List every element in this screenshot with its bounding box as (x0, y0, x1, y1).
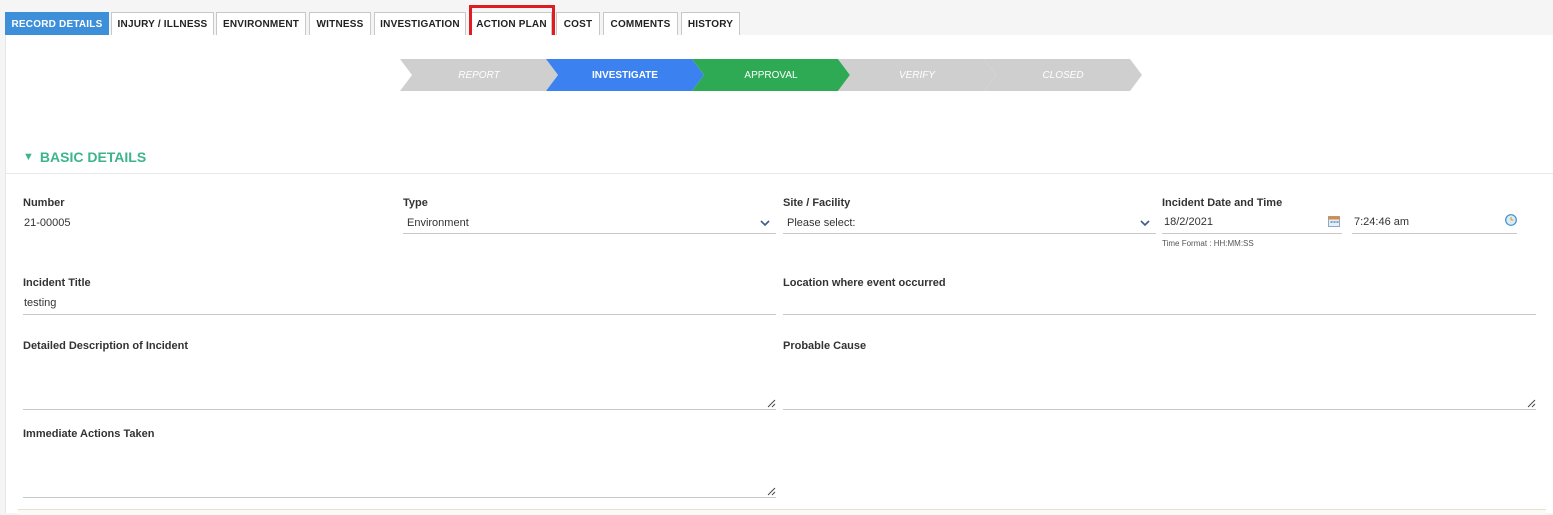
type-underline (403, 233, 776, 234)
workflow-step-closed: CLOSED (984, 59, 1142, 91)
resize-handle-icon[interactable] (1527, 399, 1536, 408)
tab-investigation[interactable]: INVESTIGATION (374, 12, 466, 35)
section-title: BASIC DETAILS (39, 149, 147, 165)
tab-environment[interactable]: ENVIRONMENT (216, 12, 306, 35)
location-underline (783, 314, 1536, 315)
time-format-hint: Time Format : HH:MM:SS (1162, 239, 1254, 248)
probable-cause-textarea[interactable] (783, 357, 1536, 410)
immediate-actions-textarea[interactable] (23, 445, 776, 498)
incident-time-input[interactable]: 7:24:46 am (1352, 211, 1517, 234)
type-label: Type (403, 197, 428, 209)
chevron-down-icon (760, 220, 770, 227)
incident-date-value: 18/2/2021 (1164, 216, 1213, 228)
type-select[interactable]: Environment (403, 211, 776, 234)
probable-cause-label: Probable Cause (783, 340, 867, 352)
workflow-step-approval: APPROVAL (692, 59, 850, 91)
basic-details-header[interactable]: ▼ BASIC DETAILS (23, 149, 146, 165)
site-label: Site / Facility (783, 197, 851, 209)
workflow-step-label: CLOSED (1042, 69, 1084, 81)
number-value: 21-00005 (24, 217, 71, 229)
tab-injury-illness[interactable]: INJURY / ILLNESS (111, 12, 214, 35)
calendar-icon[interactable] (1328, 215, 1340, 227)
incident-title-value: testing (24, 297, 57, 309)
tab-action-plan[interactable]: ACTION PLAN (471, 12, 552, 35)
resize-handle-icon[interactable] (767, 399, 776, 408)
location-label: Location where event occurred (783, 277, 946, 289)
workflow-step-label: VERIFY (898, 69, 936, 81)
type-select-value: Environment (407, 217, 469, 229)
incident-date-input[interactable]: 18/2/2021 (1162, 211, 1342, 234)
workflow-step-label: APPROVAL (744, 69, 798, 81)
tab-bar: RECORD DETAILS INJURY / ILLNESS ENVIRONM… (0, 0, 1553, 35)
tab-comments[interactable]: COMMENTS (603, 12, 678, 35)
description-label: Detailed Description of Incident (23, 340, 189, 352)
description-textarea[interactable] (23, 357, 776, 410)
tab-history[interactable]: HISTORY (681, 12, 740, 35)
incident-datetime-label: Incident Date and Time (1162, 197, 1283, 209)
section-divider (6, 173, 1553, 174)
incident-date-underline (1162, 233, 1342, 234)
number-label: Number (23, 197, 65, 209)
workflow-step-verify: VERIFY (838, 59, 996, 91)
site-underline (783, 233, 1156, 234)
clock-icon[interactable] (1505, 214, 1517, 226)
location-input[interactable] (783, 291, 1536, 315)
tab-witness[interactable]: WITNESS (309, 12, 371, 35)
record-details-panel: REPORT INVESTIGATE APPROVAL VERIFY CLOSE… (5, 35, 1553, 515)
site-select-value: Please select: (787, 217, 856, 229)
immediate-actions-label: Immediate Actions Taken (23, 428, 155, 440)
incident-time-value: 7:24:46 am (1354, 216, 1410, 228)
incident-title-label: Incident Title (23, 277, 91, 289)
incident-title-underline (23, 314, 776, 315)
workflow-step-label: INVESTIGATE (592, 69, 658, 81)
tab-cost[interactable]: COST (556, 12, 600, 35)
workflow-step-report: REPORT (400, 59, 558, 91)
resize-handle-icon[interactable] (767, 487, 776, 496)
tab-record-details[interactable]: RECORD DETAILS (5, 12, 109, 35)
chevron-down-icon (1140, 220, 1150, 227)
next-section-edge (18, 509, 1546, 515)
incident-title-input[interactable]: testing (23, 291, 776, 315)
incident-time-underline (1352, 233, 1517, 234)
collapse-triangle-icon: ▼ (23, 151, 34, 163)
workflow-step-investigate: INVESTIGATE (546, 59, 704, 91)
site-select[interactable]: Please select: (783, 211, 1156, 234)
workflow-step-label: REPORT (458, 69, 500, 81)
